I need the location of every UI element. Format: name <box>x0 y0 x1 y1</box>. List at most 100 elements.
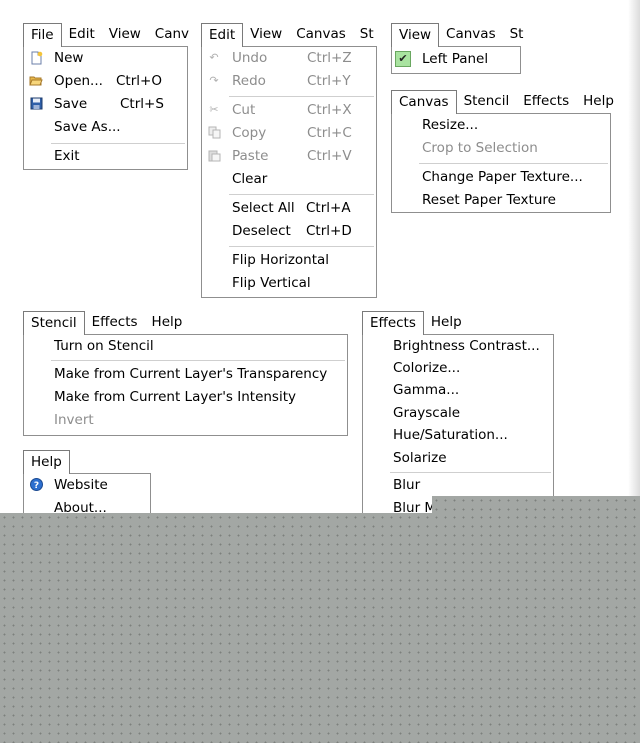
menu-item-make-from-intensity[interactable]: Make from Current Layer's Intensity <box>24 386 347 409</box>
menu-separator <box>229 246 374 247</box>
menu-item-redo[interactable]: ↷ Redo Ctrl+Y <box>202 70 376 93</box>
menu-item-left-panel[interactable]: ✔ Left Panel <box>392 48 520 71</box>
menubar-stencil[interactable]: Stencil <box>457 90 517 113</box>
menu-item-hue-saturation[interactable]: Hue/Saturation... <box>363 424 553 447</box>
menu-item-select-all[interactable]: Select All Ctrl+A <box>202 197 376 220</box>
menu-item-cut[interactable]: ✂ Cut Ctrl+X <box>202 99 376 122</box>
menu-item-shortcut: Ctrl+X <box>307 102 352 118</box>
menu-item-label: Hue/Saturation... <box>393 427 508 443</box>
menu-item-deselect[interactable]: Deselect Ctrl+D <box>202 220 376 243</box>
menu-item-label: Website <box>54 477 108 493</box>
gray-overlay-bottom <box>0 513 640 743</box>
menu-item-crop-to-selection[interactable]: Crop to Selection <box>392 137 610 160</box>
menubar-canvas[interactable]: Canvas <box>289 23 353 46</box>
menu-separator <box>51 360 345 361</box>
menu-item-flip-vertical[interactable]: Flip Vertical <box>202 272 376 295</box>
menubar-canvas[interactable]: Canvas <box>391 90 457 114</box>
menu-item-copy[interactable]: Copy Ctrl+C <box>202 122 376 145</box>
menu-item-label: Select All <box>232 200 295 216</box>
menubar-help[interactable]: Help <box>145 311 190 334</box>
menu-item-save[interactable]: Save Ctrl+S <box>24 93 187 116</box>
menu-item-exit[interactable]: Exit <box>24 145 187 168</box>
stencil-menubar: Stencil Effects Help <box>23 311 348 335</box>
menu-item-gamma[interactable]: Gamma... <box>363 379 553 402</box>
menu-item-solarize[interactable]: Solarize <box>363 447 553 470</box>
menu-item-shortcut: Ctrl+A <box>306 200 351 216</box>
menu-item-invert[interactable]: Invert <box>24 409 347 432</box>
menu-item-label: Flip Vertical <box>232 275 311 291</box>
menubar-file[interactable]: File <box>23 23 62 47</box>
menu-separator <box>51 143 185 144</box>
menubar-edit[interactable]: Edit <box>62 23 102 46</box>
edit-menubar: Edit View Canvas St <box>201 23 377 47</box>
menubar-help[interactable]: Help <box>576 90 621 113</box>
menu-item-flip-horizontal[interactable]: Flip Horizontal <box>202 249 376 272</box>
menubar-help[interactable]: Help <box>23 450 70 474</box>
menu-item-reset-paper-texture[interactable]: Reset Paper Texture <box>392 189 610 212</box>
menu-item-turn-on-stencil[interactable]: Turn on Stencil <box>24 335 347 358</box>
menu-item-label: Left Panel <box>422 51 489 67</box>
menu-item-label: New <box>54 50 84 66</box>
menu-item-undo[interactable]: ↶ Undo Ctrl+Z <box>202 47 376 70</box>
menu-item-save-as[interactable]: Save As... <box>24 116 187 139</box>
menubar-canvas[interactable]: Canv <box>148 23 196 46</box>
menubar-stencil[interactable]: Stencil <box>23 311 85 335</box>
menu-item-change-paper-texture[interactable]: Change Paper Texture... <box>392 166 610 189</box>
undo-icon: ↶ <box>209 51 219 64</box>
menu-item-label: Resize... <box>422 117 479 133</box>
menu-item-paste[interactable]: Paste Ctrl+V <box>202 145 376 168</box>
menu-item-open[interactable]: Open... Ctrl+O <box>24 70 187 93</box>
canvas-menubar: Canvas Stencil Effects Help <box>391 90 614 114</box>
view-menu-screenshot: View Canvas St ✔ Left Panel <box>391 23 523 74</box>
menu-item-brightness-contrast[interactable]: Brightness Contrast... <box>363 335 553 358</box>
menubar-effects[interactable]: Effects <box>85 311 145 334</box>
menu-item-label: Grayscale <box>393 405 461 421</box>
effects-menu-screenshot: Effects Help Brightness Contrast... Colo… <box>362 311 554 534</box>
edit-dropdown: ↶ Undo Ctrl+Z ↷ Redo Ctrl+Y ✂ Cut Ctrl+X… <box>201 46 377 298</box>
menu-item-label: Copy <box>232 125 267 141</box>
menubar-effects[interactable]: Effects <box>516 90 576 113</box>
stencil-menu-screenshot: Stencil Effects Help Turn on Stencil Mak… <box>23 311 348 436</box>
file-menu-screenshot: File Edit View Canv New Open... Ctrl+O S… <box>23 23 189 170</box>
redo-icon: ↷ <box>209 74 219 87</box>
help-question-icon: ? <box>29 478 43 492</box>
effects-menubar: Effects Help <box>362 311 554 335</box>
copy-icon <box>207 126 221 140</box>
menubar-stencil[interactable]: St <box>503 23 531 46</box>
menu-item-label: Brightness Contrast... <box>393 338 540 354</box>
file-dropdown: New Open... Ctrl+O Save Ctrl+S Save As..… <box>23 46 188 170</box>
menu-item-label: Turn on Stencil <box>54 338 154 354</box>
menubar-stencil[interactable]: St <box>353 23 381 46</box>
menu-item-blur[interactable]: Blur <box>363 474 553 497</box>
menubar-canvas[interactable]: Canvas <box>439 23 503 46</box>
menu-item-shortcut: Ctrl+D <box>306 223 352 239</box>
menu-separator <box>229 194 374 195</box>
menubar-view[interactable]: View <box>102 23 148 46</box>
menu-item-clear[interactable]: Clear <box>202 168 376 191</box>
menubar-view[interactable]: View <box>391 23 440 47</box>
menu-item-label: Open... <box>54 73 103 89</box>
menubar-help[interactable]: Help <box>424 311 469 334</box>
menu-item-resize[interactable]: Resize... <box>392 114 610 137</box>
menu-item-colorize[interactable]: Colorize... <box>363 357 553 380</box>
menu-item-label: Clear <box>232 171 268 187</box>
menu-item-new[interactable]: New <box>24 47 187 70</box>
edit-menu-screenshot: Edit View Canvas St ↶ Undo Ctrl+Z ↷ Redo… <box>201 23 377 298</box>
menu-item-shortcut: Ctrl+S <box>120 96 164 112</box>
menu-item-make-from-transparency[interactable]: Make from Current Layer's Transparency <box>24 363 347 386</box>
menu-item-label: Invert <box>54 412 94 428</box>
menu-item-label: Redo <box>232 73 266 89</box>
menubar-edit[interactable]: Edit <box>201 23 244 47</box>
menu-item-label: Make from Current Layer's Intensity <box>54 389 296 405</box>
paste-icon <box>207 149 221 163</box>
menu-item-grayscale[interactable]: Grayscale <box>363 402 553 425</box>
menubar-view[interactable]: View <box>243 23 289 46</box>
menu-item-shortcut: Ctrl+Z <box>307 50 352 66</box>
help-menu-screenshot: Help ? Website About... <box>23 450 151 533</box>
menu-item-label: Save <box>54 96 88 112</box>
menubar-effects[interactable]: Effects <box>362 311 424 335</box>
menu-item-label: Exit <box>54 148 80 164</box>
menu-item-label: Gamma... <box>393 382 460 398</box>
menu-item-website[interactable]: ? Website <box>24 474 150 497</box>
view-dropdown: ✔ Left Panel <box>391 46 521 74</box>
